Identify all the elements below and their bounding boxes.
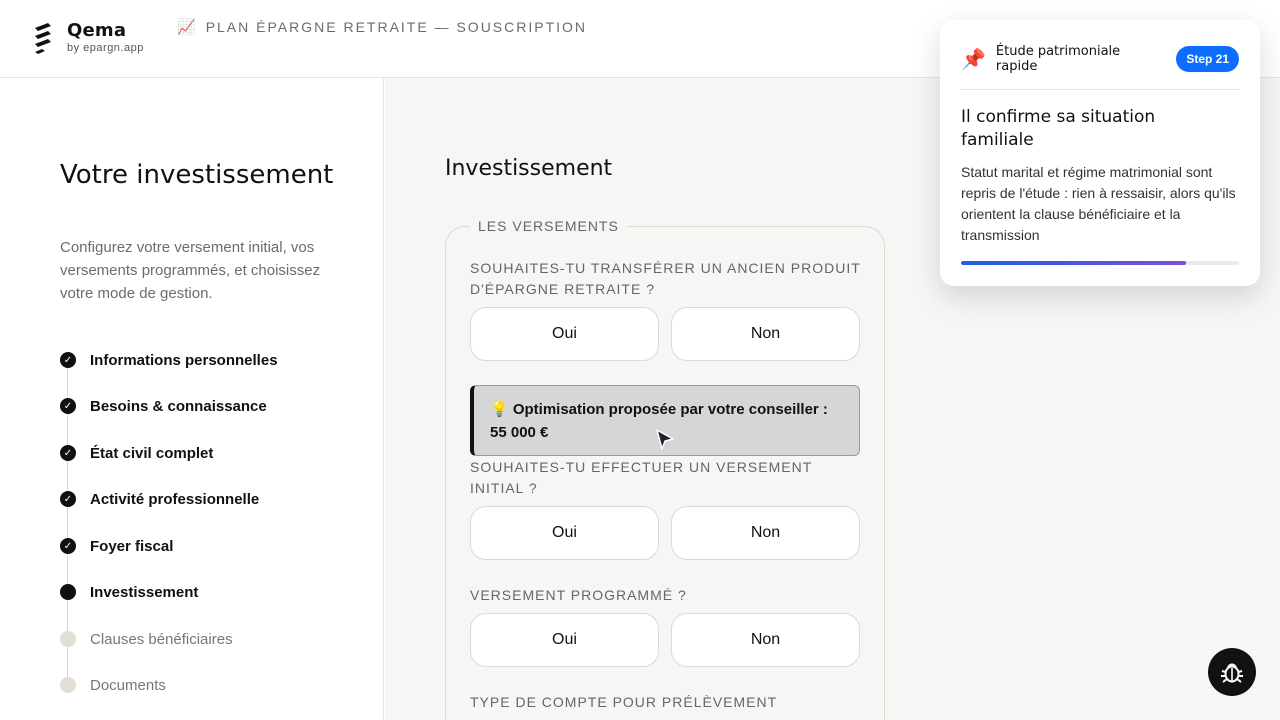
app-title-text: PLAN ÉPARGNE RETRAITE — SOUSCRIPTION — [205, 19, 588, 35]
step-item-documents[interactable]: Documents — [60, 673, 166, 697]
brand-mark-icon — [35, 23, 51, 54]
popover-header: 📌 Étude patrimoniale rapide Step 21 — [961, 44, 1239, 74]
pending-step-dot — [60, 631, 76, 647]
transfer-yes-button[interactable]: Oui — [470, 307, 659, 361]
scheduled-payment-yes-button[interactable]: Oui — [470, 613, 659, 667]
brand-name: Qema — [67, 20, 127, 41]
step-item-clauses[interactable]: Clauses bénéficiaires — [60, 627, 233, 651]
popover-body: Statut marital et régime matrimonial son… — [961, 164, 1236, 243]
initial-payment-choice: Oui Non — [470, 506, 860, 560]
bug-icon — [1221, 663, 1243, 683]
app-title: 📈 PLAN ÉPARGNE RETRAITE — SOUSCRIPTION — [177, 18, 587, 36]
sidebar-description: Configurez votre versement initial, vos … — [60, 239, 321, 302]
sidebar: Votre investissement Configurez votre ve… — [0, 78, 384, 720]
mouse-cursor-icon — [656, 429, 674, 450]
pushpin-icon: 📌 — [961, 48, 986, 71]
step-item-investissement[interactable]: Investissement — [60, 580, 198, 604]
step-item-foyer-fiscal[interactable]: ✓ Foyer fiscal — [60, 534, 173, 558]
question-initial-payment: SOUHAITES-TU EFFECTUER UN VERSEMENT INIT… — [470, 459, 812, 496]
transfer-choice: Oui Non — [470, 307, 860, 361]
step-badge: Step 21 — [1176, 46, 1239, 72]
popover-title: Il confirme sa situation familiale — [961, 107, 1156, 150]
question-account-type: TYPE DE COMPTE POUR PRÉLÈVEMENT — [470, 694, 778, 710]
versements-section: LES VERSEMENTS SOUHAITES-TU TRANSFÉRER U… — [445, 218, 885, 720]
check-icon: ✓ — [60, 538, 76, 554]
popover-header-title: Étude patrimoniale rapide — [995, 44, 1121, 74]
check-icon: ✓ — [60, 398, 76, 414]
popover-divider — [961, 89, 1239, 90]
page-title: Investissement — [445, 156, 613, 181]
step-item-activite[interactable]: ✓ Activité professionnelle — [60, 487, 259, 511]
current-step-dot — [60, 584, 76, 600]
check-icon: ✓ — [60, 491, 76, 507]
question-scheduled-payment: VERSEMENT PROGRAMMÉ ? — [470, 587, 687, 603]
tour-progress-fill — [961, 261, 1187, 265]
brand-subtitle: by epargn.app — [67, 42, 144, 54]
check-icon: ✓ — [60, 445, 76, 461]
tour-progress-bar — [961, 261, 1239, 265]
transfer-no-button[interactable]: Non — [671, 307, 860, 361]
step-item-besoins[interactable]: ✓ Besoins & connaissance — [60, 394, 267, 418]
brand-logo[interactable]: Qema by epargn.app — [32, 22, 144, 54]
sidebar-title: Votre investissement — [60, 160, 334, 190]
step-item-etat-civil[interactable]: ✓ État civil complet — [60, 441, 213, 465]
chart-increasing-icon: 📈 — [177, 19, 198, 36]
check-icon: ✓ — [60, 352, 76, 368]
guided-tour-popover: 📌 Étude patrimoniale rapide Step 21 Il c… — [940, 20, 1260, 286]
question-transfer: SOUHAITES-TU TRANSFÉRER UN ANCIEN PRODUI… — [470, 260, 861, 297]
step-item-informations[interactable]: ✓ Informations personnelles — [60, 348, 278, 372]
bug-report-button[interactable] — [1208, 648, 1256, 696]
scheduled-payment-choice: Oui Non — [470, 613, 860, 667]
initial-payment-yes-button[interactable]: Oui — [470, 506, 659, 560]
scheduled-payment-no-button[interactable]: Non — [671, 613, 860, 667]
section-legend: LES VERSEMENTS — [470, 218, 627, 234]
initial-payment-no-button[interactable]: Non — [671, 506, 860, 560]
pending-step-dot — [60, 677, 76, 693]
